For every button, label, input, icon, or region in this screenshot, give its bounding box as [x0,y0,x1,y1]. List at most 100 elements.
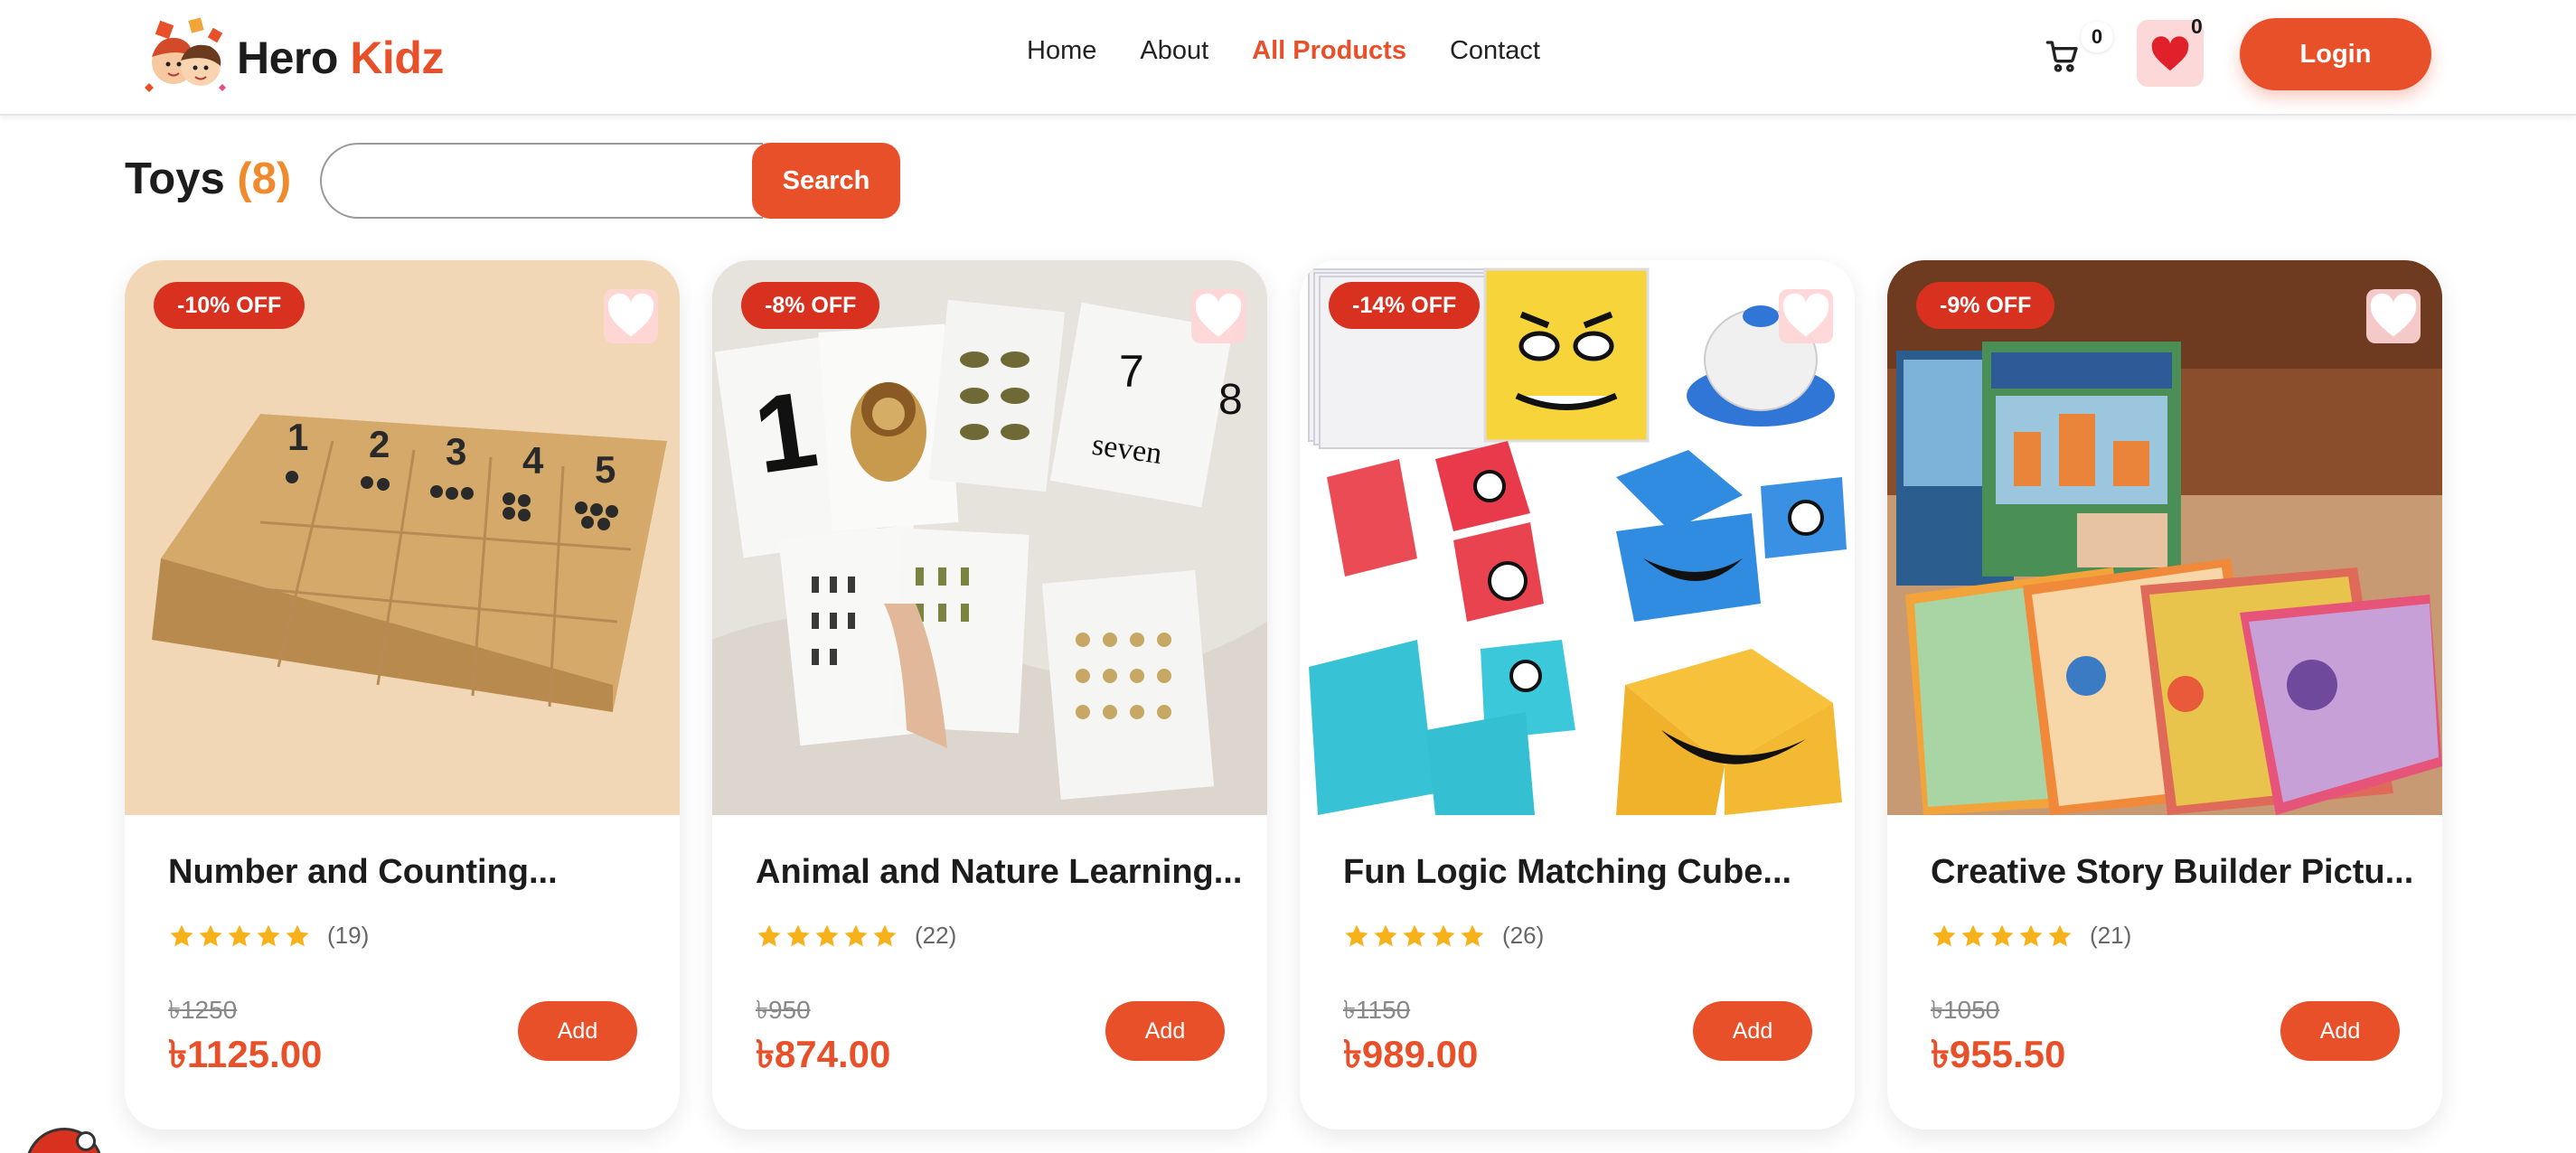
chat-notification-dot [76,1131,96,1151]
sale-price: ৳955.50 [1931,1033,2066,1075]
nav-about[interactable]: About [1140,36,1208,66]
wishlist-count-badge: 0 [2191,14,2203,38]
heart-outline-icon [607,293,654,337]
star-icon [257,924,280,946]
svg-text:1: 1 [287,416,308,458]
product-info: Number and Counting... (19) ৳1250 ৳1125.… [125,815,680,1130]
nav-home[interactable]: Home [1027,36,1096,66]
star-icon [1932,924,1956,946]
product-rating: (19) [168,922,369,950]
product-title[interactable]: Number and Counting... [168,853,656,892]
rating-stars [1931,923,2073,950]
product-grid: 12345 -10% OFF Number and Counting... (1… [125,260,2442,1130]
search-button[interactable]: Search [752,143,900,219]
login-button[interactable]: Login [2240,18,2431,90]
star-icon [873,924,897,946]
review-count: (22) [915,922,957,949]
add-to-cart-button[interactable]: Add [1105,1001,1225,1061]
star-icon [1374,924,1397,946]
product-image[interactable]: -9% OFF [1887,260,2442,815]
star-icon [1961,924,1985,946]
product-title[interactable]: Creative Story Builder Pictu... [1931,853,2419,892]
sale-price: ৳1125.00 [168,1033,323,1075]
rating-stars [1343,923,1486,950]
search-input[interactable] [320,143,763,219]
svg-text:2: 2 [369,423,390,465]
brand-name-part1: Hero [237,33,338,83]
product-title[interactable]: Fun Logic Matching Cube... [1343,853,1831,892]
product-title[interactable]: Animal and Nature Learning... [756,853,1244,892]
favorite-button[interactable] [2366,289,2421,343]
add-to-cart-button[interactable]: Add [2280,1001,2400,1061]
page-title: Toys (8) [125,154,291,204]
nav-all-products[interactable]: All Products [1252,36,1406,66]
heart-icon [2151,36,2189,71]
heart-outline-icon [2370,293,2417,337]
product-rating: (22) [756,922,956,950]
star-icon [170,924,193,946]
page-title-text: Toys [125,155,225,203]
review-count: (21) [2090,922,2132,949]
product-info: Animal and Nature Learning... (22) ৳950 … [712,815,1267,1130]
story-picture-cards-icon [1887,260,2442,815]
favorite-button[interactable] [604,289,658,343]
wooden-counting-board-icon: 12345 [125,260,680,815]
star-icon [2048,924,2072,946]
star-icon [844,924,868,946]
review-count: (26) [1502,922,1545,949]
favorite-button[interactable] [1191,289,1246,343]
favorite-button[interactable] [1779,289,1833,343]
cart-count-badge: 0 [2081,22,2113,52]
product-info: Fun Logic Matching Cube... (26) ৳1150 ৳9… [1300,815,1855,1130]
svg-text:4: 4 [522,439,544,482]
svg-text:7: 7 [1119,346,1144,397]
product-rating: (26) [1343,922,1544,950]
brand-logo[interactable]: Hero Kidz [139,14,444,101]
star-icon [1990,924,2014,946]
star-icon [228,924,251,946]
product-card[interactable]: 12345 -10% OFF Number and Counting... (1… [125,260,680,1130]
product-image[interactable]: 1 7 seven 8 -8% OFF [712,260,1267,815]
product-image[interactable]: -14% OFF [1300,260,1855,815]
brand-name: Hero Kidz [237,32,444,84]
star-icon [286,924,309,946]
cart-button[interactable]: 0 [2045,22,2113,78]
animal-flash-cards-icon: 1 7 seven 8 [712,260,1267,815]
product-card[interactable]: -14% OFF Fun Logic Matching Cube... (26)… [1300,260,1855,1130]
main-nav: Home About All Products Contact [1027,36,1540,66]
heart-outline-icon [1782,293,1829,337]
cart-icon [2045,41,2078,72]
add-to-cart-button[interactable]: Add [518,1001,637,1061]
face-cube-game-icon [1300,260,1855,815]
product-info: Creative Story Builder Pictu... (21) ৳10… [1887,815,2442,1130]
heart-outline-icon [1195,293,1242,337]
svg-text:3: 3 [446,430,466,473]
star-icon [815,924,839,946]
star-icon [2019,924,2043,946]
star-icon [1461,924,1484,946]
kids-logo-icon [139,17,230,98]
product-image[interactable]: 12345 -10% OFF [125,260,680,815]
brand-name-part2: Kidz [350,33,444,83]
sale-price: ৳874.00 [756,1033,891,1075]
product-count: (8) [237,155,292,203]
product-card[interactable]: -9% OFF Creative Story Builder Pictu... … [1887,260,2442,1130]
discount-badge: -10% OFF [154,282,306,329]
rating-stars [168,923,311,950]
star-icon [786,924,810,946]
discount-badge: -9% OFF [1916,282,2055,329]
top-navbar: Hero Kidz Home About All Products Contac… [0,0,2576,116]
nav-contact[interactable]: Contact [1450,36,1540,66]
add-to-cart-button[interactable]: Add [1693,1001,1812,1061]
star-icon [1345,924,1368,946]
discount-badge: -8% OFF [741,282,880,329]
star-icon [757,924,781,946]
discount-badge: -14% OFF [1329,282,1481,329]
star-icon [1403,924,1426,946]
rating-stars [756,923,898,950]
product-card[interactable]: 1 7 seven 8 -8% OFF Animal and Nature Le… [712,260,1267,1130]
sale-price: ৳989.00 [1343,1033,1479,1075]
star-icon [199,924,222,946]
review-count: (19) [327,922,370,949]
star-icon [1432,924,1455,946]
